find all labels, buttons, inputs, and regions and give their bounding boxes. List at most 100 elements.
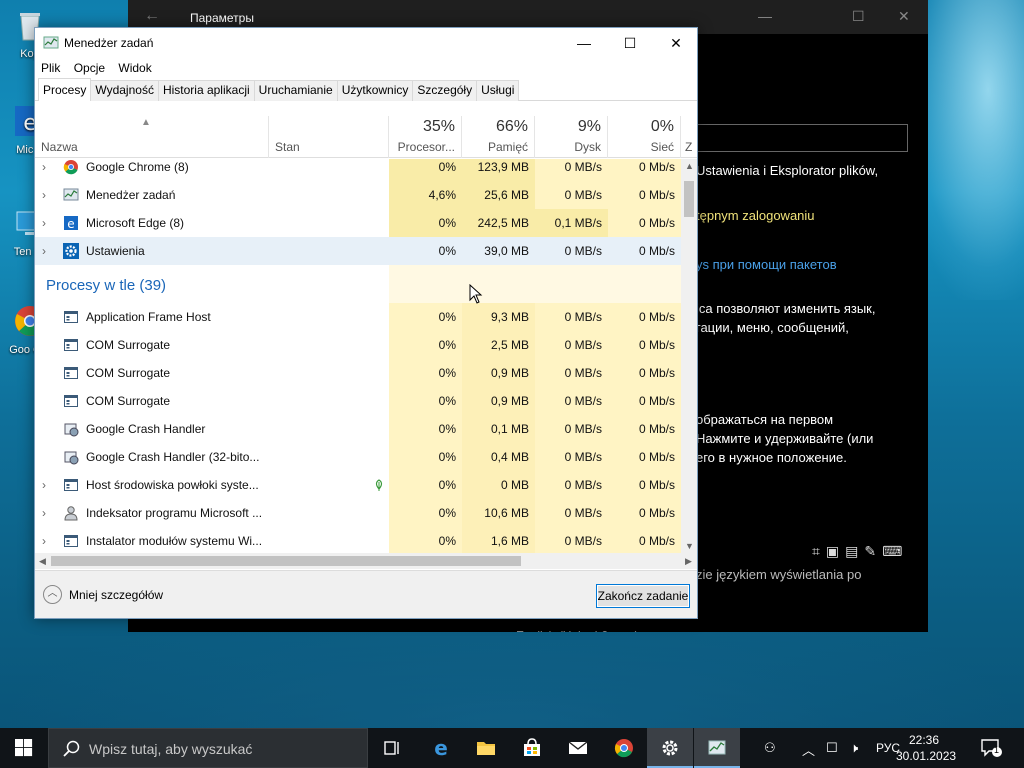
process-disk-cell: 0 MB/s xyxy=(535,443,608,471)
horizontal-scrollbar[interactable]: ◀ ▶ xyxy=(35,553,697,569)
expand-chevron-icon[interactable]: › xyxy=(42,499,46,527)
process-row[interactable]: Google Crash Handler 0% 0,1 MB 0 MB/s 0 Mb/s xyxy=(35,415,681,443)
people-icon[interactable]: ⚇ xyxy=(764,740,776,756)
settings-search-box[interactable] xyxy=(696,124,908,152)
expand-chevron-icon[interactable]: › xyxy=(42,527,46,553)
vertical-scrollbar[interactable]: ▲ ▼ xyxy=(681,159,697,553)
process-row[interactable]: › Indeksator programu Microsoft ... 0% 10,6… xyxy=(35,499,681,527)
taskbar-store[interactable] xyxy=(509,728,555,768)
tab-performance[interactable]: Wydajność xyxy=(90,80,159,101)
process-disk-cell: 0 MB/s xyxy=(535,471,608,499)
scroll-left-icon[interactable]: ◀ xyxy=(39,556,46,567)
back-arrow-icon[interactable]: ← xyxy=(144,7,160,25)
expand-chevron-icon[interactable]: › xyxy=(42,209,46,237)
tab-app-history[interactable]: Historia aplikacji xyxy=(157,80,255,101)
crash-handler-icon xyxy=(64,423,79,437)
vertical-scroll-thumb[interactable] xyxy=(684,181,694,217)
tray-chevron-up-icon[interactable]: ︿ xyxy=(802,740,815,759)
expand-chevron-icon[interactable]: › xyxy=(42,471,46,499)
volume-muted-icon[interactable]: 🕨 xyxy=(850,740,858,756)
tab-details[interactable]: Szczegóły xyxy=(412,80,478,101)
expand-chevron-icon[interactable]: › xyxy=(42,237,46,265)
clock[interactable]: 22:36 30.01.2023 xyxy=(896,732,956,764)
action-center-button[interactable]: 1 xyxy=(980,738,1002,758)
taskbar-settings[interactable] xyxy=(647,728,693,768)
process-row[interactable]: › Host środowiska powłoki syste... 0% 0 MB 0… xyxy=(35,471,681,499)
close-icon[interactable]: ✕ xyxy=(898,8,910,25)
taskbar-mail[interactable] xyxy=(555,728,601,768)
process-row[interactable]: COM Surrogate 0% 0,9 MB 0 MB/s 0 Mb/s xyxy=(35,359,681,387)
tab-services[interactable]: Usługi xyxy=(476,80,520,101)
tab-users[interactable]: Użytkownicy xyxy=(336,80,414,101)
menu-bar: Plik Opcje Widok xyxy=(35,58,697,79)
settings-toolbar-icons[interactable]: ⌗▣▤✎⌨ xyxy=(812,543,908,560)
settings-link[interactable]: tępnym zalogowaniu xyxy=(696,207,815,225)
end-task-button[interactable]: Zakończ zadanie xyxy=(596,584,690,608)
menu-file[interactable]: Plik xyxy=(41,58,60,78)
process-net-cell: 0 Mb/s xyxy=(608,181,681,209)
tab-processes[interactable]: Procesy xyxy=(38,78,92,101)
column-header-disk[interactable]: 9% Dysk xyxy=(535,116,608,158)
taskbar-edge[interactable]: e xyxy=(418,728,464,768)
settings-text-line: ображаться на первом xyxy=(696,412,834,427)
expand-chevron-icon[interactable]: › xyxy=(42,159,46,181)
horizontal-scroll-thumb[interactable] xyxy=(51,556,521,566)
minimize-icon[interactable]: — xyxy=(758,8,772,24)
process-row[interactable]: › e Microsoft Edge (8) 0% 242,5 MB 0,1 MB/s 0 … xyxy=(35,209,681,237)
taskbar-task-manager[interactable] xyxy=(694,728,740,768)
settings-text-line: ica позволяют изменить язык, xyxy=(696,301,876,316)
network-icon[interactable]: ☐ xyxy=(826,740,838,756)
process-row[interactable]: Google Crash Handler (32-bito... 0% 0,4 MB… xyxy=(35,443,681,471)
process-disk-cell: 0 MB/s xyxy=(535,499,608,527)
column-header-memory[interactable]: 66% Pamięć xyxy=(462,116,535,158)
column-header-name[interactable]: ▲ Nazwa xyxy=(35,116,269,158)
maximize-button[interactable]: ☐ xyxy=(607,28,653,58)
process-mem-cell: 0,9 MB xyxy=(462,359,535,387)
settings-link[interactable]: ys при помощи пакетов xyxy=(696,256,837,274)
process-row[interactable]: COM Surrogate 0% 0,9 MB 0 MB/s 0 Mb/s xyxy=(35,387,681,415)
gear-icon xyxy=(662,740,678,756)
task-view-button[interactable] xyxy=(369,728,415,768)
process-mem-cell: 0,4 MB xyxy=(462,443,535,471)
settings-gear-icon xyxy=(63,243,79,259)
scroll-up-icon[interactable]: ▲ xyxy=(685,161,694,171)
language-entry[interactable]: English (United States) xyxy=(516,627,639,632)
process-row[interactable]: › Google Chrome (8) 0% 123,9 MB 0 MB/s 0 Mb/s xyxy=(35,159,681,181)
process-name: Google Crash Handler (32-bito... xyxy=(86,450,260,464)
maximize-icon[interactable]: ☐ xyxy=(852,8,865,25)
minimize-button[interactable]: — xyxy=(561,28,607,58)
task-manager-window[interactable]: Menedżer zadań — ☐ ✕ Plik Opcje Widok Pr… xyxy=(34,27,698,619)
process-row[interactable]: › Ustawienia 0% 39,0 MB 0 MB/s 0 Mb/s xyxy=(35,237,681,265)
expand-chevron-icon[interactable]: › xyxy=(42,181,46,209)
column-header-network[interactable]: 0% Sieć xyxy=(608,116,681,158)
menu-options[interactable]: Opcje xyxy=(74,58,105,78)
start-button[interactable] xyxy=(0,728,48,768)
settings-text-line: Нажмите и удерживайте (или xyxy=(696,431,874,446)
column-header-extra[interactable]: Z xyxy=(681,116,697,158)
process-list[interactable]: › Google Chrome (8) 0% 123,9 MB 0 MB/s 0 Mb/s… xyxy=(35,159,681,553)
process-row[interactable]: › Instalator modułów systemu Wi... 0% 1,6 M… xyxy=(35,527,681,553)
close-button[interactable]: ✕ xyxy=(653,28,699,58)
process-row[interactable]: COM Surrogate 0% 2,5 MB 0 MB/s 0 Mb/s xyxy=(35,331,681,359)
scroll-right-icon[interactable]: ▶ xyxy=(685,556,692,567)
process-cpu-cell: 0% xyxy=(389,415,462,443)
process-row[interactable]: Application Frame Host 0% 9,3 MB 0 MB/s 0 Mb… xyxy=(35,303,681,331)
taskbar-search-box[interactable]: Wpisz tutaj, aby wyszukać xyxy=(48,728,368,768)
menu-view[interactable]: Widok xyxy=(118,58,151,78)
process-name: COM Surrogate xyxy=(86,394,171,408)
tab-startup[interactable]: Uruchamianie xyxy=(253,80,338,101)
process-net-cell: 0 Mb/s xyxy=(608,331,681,359)
task-manager-titlebar[interactable]: Menedżer zadań — ☐ ✕ xyxy=(35,28,697,58)
process-disk-cell: 0 MB/s xyxy=(535,303,608,331)
process-cpu-cell: 0% xyxy=(389,209,462,237)
windows-logo-icon xyxy=(15,739,33,757)
process-row[interactable]: › Menedżer zadań 4,6% 25,6 MB 0 MB/s 0 Mb/s xyxy=(35,181,681,209)
background-processes-group[interactable]: Procesy w tle (39) xyxy=(35,265,681,307)
search-placeholder: Wpisz tutaj, aby wyszukać xyxy=(89,741,253,757)
process-net-cell: 0 Mb/s xyxy=(608,387,681,415)
scroll-down-icon[interactable]: ▼ xyxy=(685,541,694,551)
column-header-cpu[interactable]: 35% Procesor... xyxy=(389,116,462,158)
column-header-status[interactable]: Stan xyxy=(269,116,389,158)
taskbar-file-explorer[interactable] xyxy=(463,728,509,768)
taskbar-chrome[interactable] xyxy=(601,728,647,768)
